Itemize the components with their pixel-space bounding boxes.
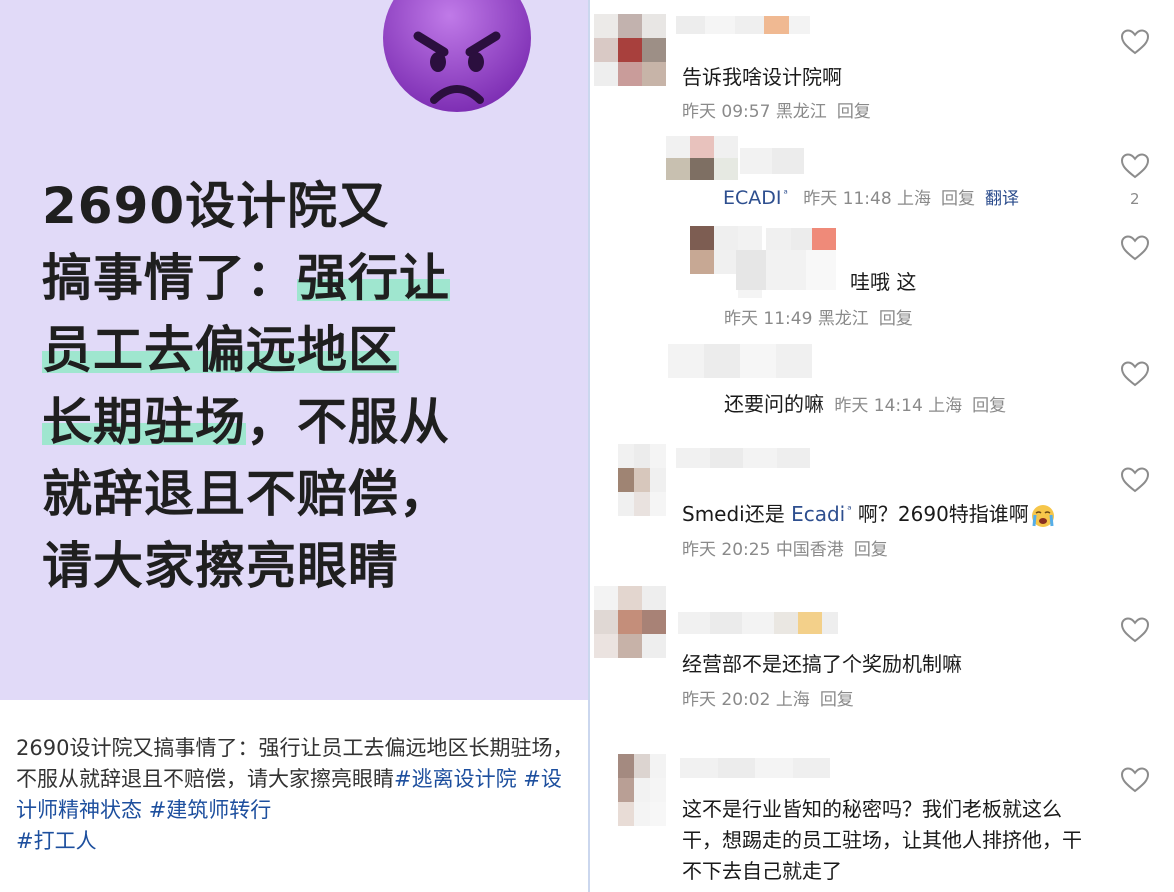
comments-panel: 告诉我啥设计院啊 昨天 09:57 黑龙江 回复 ECADI ᵃ 昨天 11:48 …: [590, 0, 1174, 892]
comment-time: 昨天 20:02: [682, 690, 771, 710]
like-count: 2: [1130, 190, 1140, 208]
comment-text: 哇哦 这: [850, 270, 917, 294]
comment-meta: 昨天 11:49 黑龙江 回复: [724, 304, 913, 329]
hashtag-link[interactable]: #建筑师转行: [149, 798, 272, 822]
reply-button[interactable]: 回复: [879, 309, 913, 329]
comment-text: 经营部不是还搞了个奖励机制嘛: [682, 652, 962, 676]
post-caption: 2690设计院又搞事情了：强行让员工去偏远地区长期驻场，不服从就辞退且不赔偿，请…: [16, 733, 576, 857]
translate-button[interactable]: 翻译: [985, 189, 1019, 209]
heart-outline-icon[interactable]: [1120, 360, 1150, 388]
username[interactable]: [678, 612, 838, 634]
comment-meta: 昨天 20:25 中国香港 回复: [682, 535, 888, 560]
heart-outline-icon[interactable]: [1120, 466, 1150, 494]
avatar[interactable]: [618, 754, 666, 826]
heart-outline-icon[interactable]: [1120, 28, 1150, 56]
hashtag-link[interactable]: #打工人: [16, 829, 97, 853]
comment-text: 这不是行业皆知的秘密吗？我们老板就这么干，想踢走的员工驻场，让其他人排挤他，干不…: [682, 797, 1082, 883]
mention-link[interactable]: Ecadi ᵃ: [791, 502, 851, 526]
heart-outline-icon[interactable]: [1120, 234, 1150, 262]
comment-meta: 昨天 20:02 上海 回复: [682, 685, 854, 710]
avatar[interactable]: [666, 136, 738, 180]
username[interactable]: [680, 758, 830, 778]
avatar[interactable]: [618, 444, 666, 516]
username[interactable]: [740, 148, 804, 174]
reply-button[interactable]: 回复: [972, 396, 1006, 416]
comment-location: 黑龙江: [775, 102, 827, 122]
headline-line: 请大家擦亮眼睛: [42, 537, 399, 595]
comment-location: 黑龙江: [817, 309, 869, 329]
post-panel: 2690设计院又 搞事情了：强行让 员工去偏远地区 长期驻场，不服从 就辞退且不…: [0, 0, 588, 892]
hashtag-link[interactable]: #逃离设计院: [394, 767, 517, 791]
comment-time: 昨天 20:25: [682, 540, 771, 560]
headline-line: 2690设计院又: [42, 177, 390, 235]
comment-time: 昨天 14:14: [834, 396, 923, 416]
username[interactable]: [766, 228, 836, 250]
headline-line: 员工去偏远地区: [42, 321, 399, 379]
angry-face-emoji: [383, 0, 531, 112]
comment-location: 中国香港: [775, 540, 844, 560]
headline-line: 搞事情了：强行让: [42, 249, 450, 307]
username[interactable]: [676, 16, 810, 34]
comment-meta: ECADI ᵃ 昨天 11:48 上海 回复 翻译: [723, 184, 1019, 209]
cover-headline: 2690设计院又 搞事情了：强行让 员工去偏远地区 长期驻场，不服从 就辞退且不…: [42, 170, 572, 602]
comment-time: 昨天 11:49: [724, 309, 813, 329]
comment-text: 告诉我啥设计院啊: [682, 65, 842, 89]
blurred-text: [736, 250, 836, 290]
reply-button[interactable]: 回复: [837, 102, 871, 122]
heart-outline-icon[interactable]: [1120, 616, 1150, 644]
crying-face-emoji: [1031, 504, 1054, 527]
comment-text: 还要问的嘛 昨天 14:14 上海 回复: [724, 392, 1007, 416]
comment-time: 昨天 11:48: [803, 189, 892, 209]
heart-outline-icon[interactable]: [1120, 766, 1150, 794]
headline-line: 就辞退且不赔偿，: [42, 465, 450, 523]
heart-outline-icon[interactable]: [1120, 152, 1150, 180]
avatar[interactable]: [594, 586, 666, 658]
reply-button[interactable]: 回复: [854, 540, 888, 560]
username[interactable]: [676, 448, 810, 468]
avatar[interactable]: [594, 14, 666, 86]
comment-location: 上海: [775, 690, 810, 710]
mention-link[interactable]: ECADI ᵃ: [723, 187, 788, 209]
headline-line: 长期驻场，不服从: [42, 393, 450, 451]
comment-meta: 昨天 09:57 黑龙江 回复: [682, 97, 871, 122]
reply-button[interactable]: 回复: [820, 690, 854, 710]
post-cover-image[interactable]: 2690设计院又 搞事情了：强行让 员工去偏远地区 长期驻场，不服从 就辞退且不…: [0, 0, 588, 700]
comment-time: 昨天 09:57: [682, 102, 771, 122]
reply-button[interactable]: 回复: [941, 189, 975, 209]
comment-text: Smedi还是 Ecadi ᵃ 啊？2690特指谁啊: [682, 498, 1055, 528]
avatar[interactable]: [668, 344, 812, 378]
comment-location: 上海: [928, 396, 963, 416]
comment-location: 上海: [897, 189, 932, 209]
comment-meta: 昨天 14:14 上海 回复: [834, 396, 1006, 416]
